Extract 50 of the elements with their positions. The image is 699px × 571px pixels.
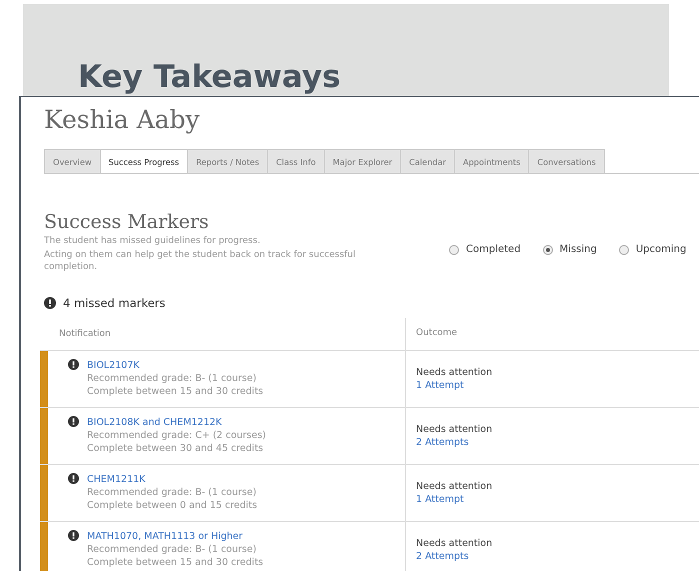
- alert-icon: [44, 296, 56, 308]
- credits-text: Complete between 0 and 15 credits: [87, 498, 258, 512]
- credits-text: Complete between 15 and 30 credits: [87, 556, 264, 568]
- alert-icon: [68, 472, 79, 484]
- credits-text: Complete between 15 and 30 credits: [87, 384, 264, 398]
- banner-heading: Key Takeaways: [78, 58, 341, 96]
- tab[interactable]: Calendar: [401, 149, 455, 173]
- tab[interactable]: Overview: [44, 149, 101, 173]
- status-text: Needs attention: [416, 366, 494, 378]
- missed-count: 4 missed markers: [63, 296, 166, 310]
- alert-icon: [68, 416, 79, 426]
- section-title: Success Markers: [44, 210, 210, 234]
- radio-label: Completed: [466, 244, 521, 256]
- tab[interactable]: Success Progress: [100, 149, 188, 173]
- credits-text: Complete between 30 and 45 credits: [87, 442, 264, 454]
- column-header: Outcome: [405, 318, 699, 350]
- course-link[interactable]: BIOL2108K and CHEM1212K: [87, 416, 266, 428]
- filter-radio[interactable]: Completed: [449, 226, 521, 274]
- radio-dot[interactable]: [618, 244, 629, 255]
- description-text: Acting on them can help get the student back on track for successful completion.: [44, 248, 357, 274]
- status-text: Needs attention: [416, 536, 494, 550]
- attempts-link[interactable]: 1 Attempt: [416, 378, 699, 392]
- radio-dot[interactable]: [542, 244, 553, 255]
- course-link[interactable]: MATH1070, MATH1113 or Higher: [87, 530, 264, 542]
- grade-text: Recommended grade: B- (1 course): [87, 542, 258, 556]
- alert-icon: [68, 358, 79, 370]
- attempts-link[interactable]: 2 Attempts: [416, 436, 699, 448]
- course-link[interactable]: BIOL2107K: [87, 358, 264, 372]
- filter-radio[interactable]: Upcoming: [618, 226, 686, 274]
- grade-text: Recommended grade: B- (1 course): [87, 372, 258, 384]
- status-text: Needs attention: [416, 480, 494, 492]
- radio-label: Upcoming: [636, 244, 686, 256]
- student-name: Keshia Aaby: [44, 104, 201, 136]
- status-text: Needs attention: [416, 422, 494, 436]
- column-header: Notification: [58, 328, 112, 340]
- grade-text: Recommended grade: B- (1 course): [87, 486, 258, 498]
- course-link[interactable]: CHEM1211K: [87, 472, 258, 486]
- attempts-link[interactable]: 1 Attempt: [416, 492, 699, 506]
- attempts-link[interactable]: 2 Attempts: [416, 550, 699, 562]
- tab[interactable]: Appointments: [455, 149, 530, 173]
- tab[interactable]: Major Explorer: [324, 149, 402, 173]
- grade-text: Recommended grade: C+ (2 courses): [87, 428, 266, 442]
- description-text: The student has missed guidelines for progress.: [44, 235, 262, 248]
- alert-icon: [68, 530, 79, 540]
- filter-radio[interactable]: Missing: [542, 226, 597, 274]
- radio-dot[interactable]: [449, 244, 459, 255]
- radio-label: Missing: [560, 244, 597, 256]
- tab[interactable]: Conversations: [529, 149, 605, 173]
- tab[interactable]: Class Info: [268, 149, 325, 173]
- tab[interactable]: Reports / Notes: [188, 149, 268, 173]
